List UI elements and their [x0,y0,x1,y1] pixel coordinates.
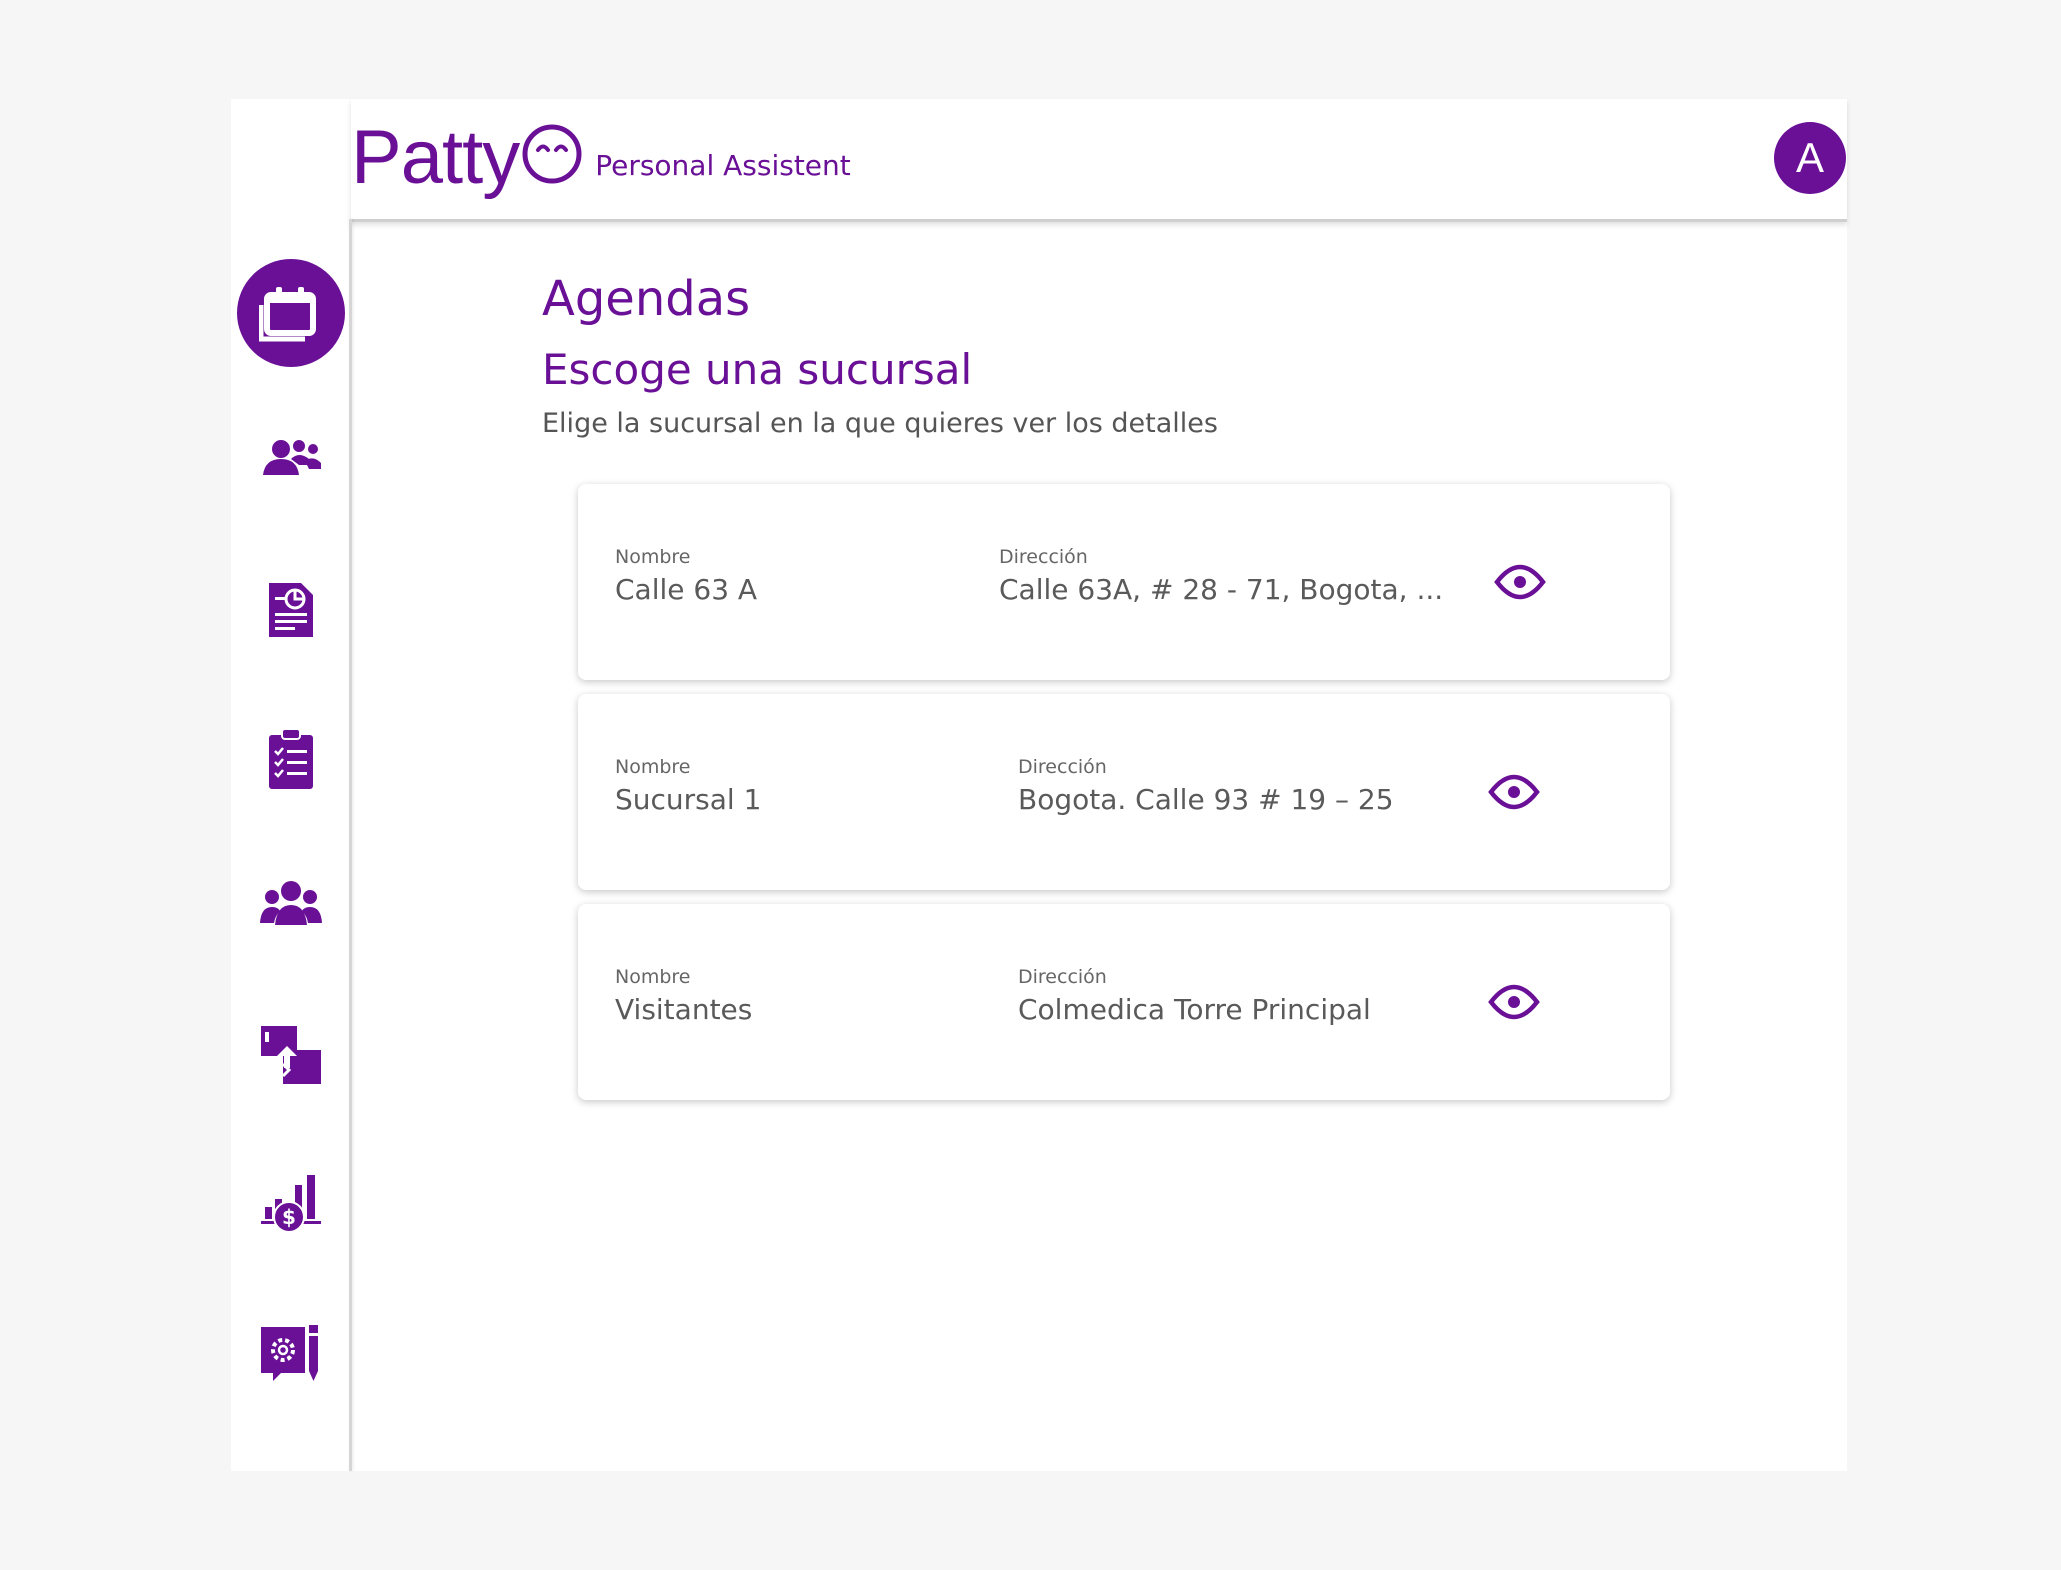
branch-address: Bogota. Calle 93 # 19 – 25 [1018,783,1394,816]
branch-address: Colmedica Torre Principal [1018,993,1371,1026]
team-icon [260,881,322,925]
address-label: Dirección [1018,756,1107,778]
branch-card[interactable]: Nombre Visitantes Dirección Colmedica To… [578,904,1670,1100]
page-title: Agendas [542,271,751,327]
patty-logo: Patty Personal Assistent [351,115,851,201]
logo-smile-icon [522,124,582,184]
sidebar-item-users[interactable] [237,405,345,513]
view-branch-button[interactable] [1490,560,1550,604]
report-icon [269,583,313,637]
calendar-icon [259,287,316,342]
name-label: Nombre [615,546,691,568]
sidebar-item-team[interactable] [237,851,345,959]
page-subtitle: Escoge una sucursal [542,345,973,394]
transfer-icon [261,1026,321,1084]
name-label: Nombre [615,966,691,988]
branch-card[interactable]: Nombre Sucursal 1 Dirección Bogota. Call… [578,694,1670,890]
logo-tagline: Personal Assistent [595,148,851,182]
address-label: Dirección [999,546,1088,568]
app-frame: Patty Personal Assistent A $ Agendas Esc… [231,99,1847,1471]
sidebar-item-agendas[interactable] [237,259,345,367]
sidebar-item-tasks[interactable] [237,705,345,813]
branch-name: Calle 63 A [615,573,758,606]
branch-address: Calle 63A, # 28 - 71, Bogota, ... [999,573,1444,606]
page-description: Elige la sucursal en la que quieres ver … [542,408,1218,439]
users-icon [263,440,321,475]
sidebar-item-reports[interactable] [237,555,345,663]
branch-name: Visitantes [615,993,753,1026]
eye-icon [1488,774,1540,810]
finance-chart-icon: $ [261,1175,321,1233]
sidebar-item-transfers[interactable] [237,1001,345,1109]
sidebar-item-finance[interactable]: $ [237,1149,345,1257]
sidebar-item-settings[interactable] [237,1299,345,1407]
sidebar-divider [349,219,352,1471]
name-label: Nombre [615,756,691,778]
view-branch-button[interactable] [1484,980,1544,1024]
eye-icon [1494,564,1546,600]
view-branch-button[interactable] [1484,770,1544,814]
logo-wordmark: Patty [351,115,520,200]
top-bar: Patty Personal Assistent A [351,99,1847,222]
clipboard-checklist-icon [269,728,313,789]
branch-card[interactable]: Nombre Calle 63 A Dirección Calle 63A, #… [578,484,1670,680]
user-avatar[interactable]: A [1774,122,1846,194]
svg-text:$: $ [282,1205,296,1229]
address-label: Dirección [1018,966,1107,988]
branch-name: Sucursal 1 [615,783,762,816]
eye-icon [1488,984,1540,1020]
settings-document-icon [261,1325,318,1381]
